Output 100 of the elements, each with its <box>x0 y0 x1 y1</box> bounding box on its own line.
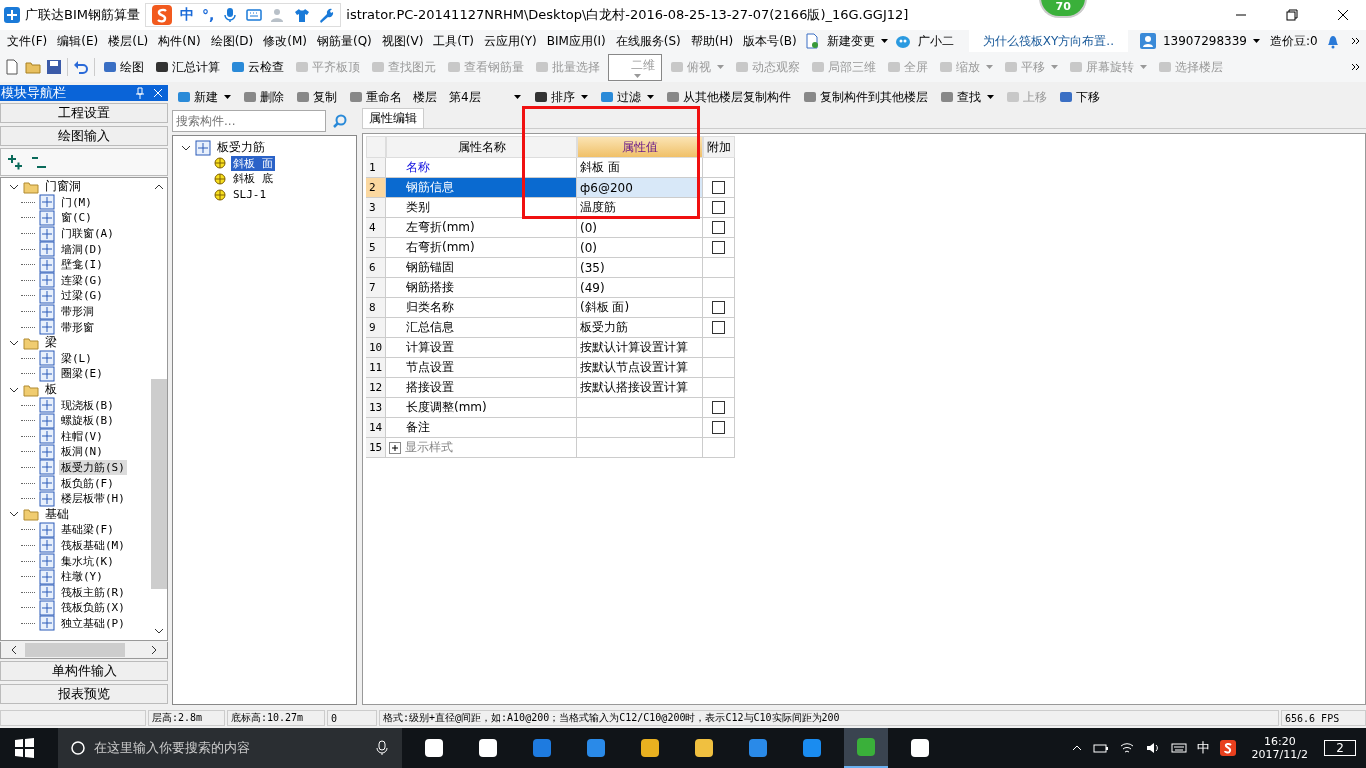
tree-item[interactable]: 圈梁(E) <box>59 366 105 382</box>
menu-item[interactable]: 帮助(H) <box>687 32 737 50</box>
tree-item[interactable]: 带形洞 <box>59 304 96 320</box>
toolbar-button[interactable]: 复制 <box>293 86 340 108</box>
tree-item[interactable]: 板洞(N) <box>59 444 105 460</box>
overflow-icon[interactable] <box>1350 61 1362 73</box>
toolbar-button[interactable]: 复制构件到其他楼层 <box>799 86 931 108</box>
tree-item[interactable]: 带形窗 <box>59 319 96 335</box>
floor-dropdown[interactable]: 第4层 <box>445 86 525 108</box>
toolbar-button[interactable]: 从其他楼层复制构件 <box>662 86 794 108</box>
menu-item[interactable]: 修改(M) <box>260 32 310 50</box>
tree-item[interactable]: 独立基础(P) <box>59 615 127 631</box>
checkbox[interactable] <box>712 401 725 414</box>
keyboard-icon[interactable] <box>246 7 263 23</box>
module-button[interactable]: 工程设置 <box>0 103 168 123</box>
search-field[interactable]: 在这里输入你要搜索的内容 <box>58 728 402 768</box>
menu-item[interactable]: 工具(T) <box>430 32 478 50</box>
tree-item[interactable]: 柱帽(V) <box>59 428 105 444</box>
pin-icon[interactable] <box>134 87 146 99</box>
tree-item[interactable]: 集水坑(K) <box>59 553 116 569</box>
property-value[interactable]: (49) <box>577 278 703 298</box>
component-item[interactable]: SLJ-1 <box>231 188 269 202</box>
assistant-link[interactable]: 广小二 <box>914 32 957 50</box>
tree-item[interactable]: 板受力筋(S) <box>59 460 127 475</box>
toolbar-button[interactable]: 新建 <box>174 86 234 108</box>
scroll-right-icon[interactable] <box>149 645 159 655</box>
tree-item[interactable]: 柱墩(Y) <box>59 569 105 585</box>
tree-item[interactable]: 过梁(G) <box>59 288 105 304</box>
ime-mode[interactable]: 中 <box>179 6 194 24</box>
tree-group[interactable]: 梁 <box>43 334 59 352</box>
tree-group[interactable]: 板 <box>43 381 59 398</box>
menu-item[interactable]: 在线服务(S) <box>612 32 684 50</box>
toolbar-button[interactable]: 删除 <box>240 86 287 108</box>
property-value[interactable]: (0) <box>577 218 703 238</box>
tree-item[interactable]: 窗(C) <box>59 210 94 226</box>
property-value[interactable]: 板受力筋 <box>577 318 703 338</box>
menu-item[interactable]: 绘图(D) <box>207 32 257 50</box>
undo-icon[interactable] <box>73 59 89 75</box>
toolbar-button[interactable]: 下移 <box>1055 86 1103 108</box>
input-method[interactable]: 中 <box>1196 739 1210 757</box>
expand-all-icon[interactable] <box>7 154 23 170</box>
menu-item[interactable]: 楼层(L) <box>105 32 152 50</box>
checkbox[interactable] <box>712 181 725 194</box>
tree-item[interactable]: 门联窗(A) <box>59 226 116 242</box>
tree-group[interactable]: 板受力筋 <box>215 139 267 157</box>
expand-icon[interactable] <box>389 441 401 454</box>
overflow-icon[interactable] <box>1350 35 1362 47</box>
tip-link[interactable]: 为什么筏板XY方向布置.. <box>968 29 1128 53</box>
menu-item[interactable]: 云应用(Y) <box>481 32 540 50</box>
module-button[interactable]: 绘图输入 <box>0 126 168 146</box>
property-tab[interactable]: 属性编辑 <box>362 108 424 128</box>
property-value[interactable]: 按默认计算设置计算 <box>577 338 703 358</box>
property-value[interactable]: (0) <box>577 238 703 258</box>
new-file-icon[interactable] <box>4 59 20 75</box>
new-change-menu[interactable]: 新建变更 <box>823 30 891 52</box>
save-icon[interactable] <box>46 59 62 75</box>
tree-group[interactable]: 门窗洞 <box>43 178 83 196</box>
menu-item[interactable]: 钢筋量(Q) <box>313 32 375 50</box>
volume-icon[interactable] <box>1144 740 1161 756</box>
account-menu[interactable]: 13907298339 <box>1159 32 1263 50</box>
close-icon[interactable] <box>152 87 164 99</box>
checkbox[interactable] <box>712 301 725 314</box>
tree-item[interactable]: 梁(L) <box>59 350 94 366</box>
tree-item[interactable]: 筏板主筋(R) <box>59 584 127 600</box>
menu-item[interactable]: 版本号(B) <box>740 32 800 50</box>
module-button[interactable]: 单构件输入 <box>0 661 168 681</box>
keyboard-icon[interactable] <box>1170 740 1187 756</box>
menu-item[interactable]: 构件(N) <box>155 32 204 50</box>
property-value[interactable]: (斜板 面) <box>577 298 703 318</box>
tree-item[interactable]: 壁龛(I) <box>59 257 105 273</box>
microphone-icon[interactable] <box>374 740 390 756</box>
tree-item[interactable]: 板负筋(F) <box>59 475 116 491</box>
scroll-left-icon[interactable] <box>9 645 19 655</box>
tree-item[interactable]: 现浇板(B) <box>59 397 116 413</box>
checkbox[interactable] <box>712 241 725 254</box>
property-value[interactable]: 温度筋 <box>577 198 703 218</box>
toolbar-button[interactable]: 过滤 <box>596 86 657 108</box>
wrench-icon[interactable] <box>318 7 335 23</box>
scroll-up-icon[interactable] <box>154 182 164 192</box>
menu-item[interactable]: 编辑(E) <box>54 32 102 50</box>
menu-item[interactable]: BIM应用(I) <box>543 32 609 50</box>
property-value[interactable]: 按默认节点设置计算 <box>577 358 703 378</box>
tree-item[interactable]: 门(M) <box>59 194 94 210</box>
checkbox[interactable] <box>712 421 725 434</box>
search-field[interactable]: 搜索构件... <box>172 110 326 132</box>
notification-button[interactable]: 2 <box>1324 740 1356 756</box>
toolbar-button[interactable]: 汇总计算 <box>152 56 223 78</box>
tree-item[interactable]: 楼层板带(H) <box>59 491 127 507</box>
sogou-logo-icon[interactable] <box>1219 740 1236 756</box>
checkbox[interactable] <box>712 201 725 214</box>
tree-item[interactable]: 螺旋板(B) <box>59 413 116 429</box>
menu-item[interactable]: 视图(V) <box>378 32 427 50</box>
search-icon[interactable] <box>332 113 348 129</box>
property-value[interactable]: (35) <box>577 258 703 278</box>
component-item[interactable]: 斜板 底 <box>231 171 275 187</box>
clock-time[interactable]: 16:20 <box>1263 735 1296 748</box>
tree-group[interactable]: 基础 <box>43 505 71 523</box>
toolbar-button[interactable]: 云检查 <box>228 56 287 78</box>
clock-date[interactable]: 2017/11/2 <box>1251 748 1308 761</box>
property-value[interactable]: ф6@200 <box>577 178 703 198</box>
